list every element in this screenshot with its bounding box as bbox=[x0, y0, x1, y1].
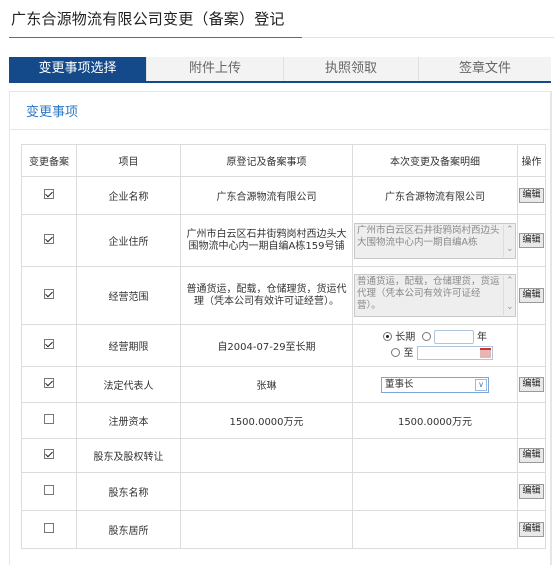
item-name: 企业住所 bbox=[76, 214, 181, 267]
years-input[interactable] bbox=[433, 329, 474, 344]
select-value: 董事长 bbox=[385, 378, 414, 390]
section-title: 变更事项 bbox=[26, 105, 79, 120]
edit-button[interactable]: 编辑 bbox=[519, 484, 544, 499]
step-tabs: 变更事项选择 附件上传 执照领取 签章文件 bbox=[9, 57, 551, 83]
action-cell-empty bbox=[517, 402, 546, 439]
item-name: 股东居所 bbox=[76, 510, 181, 549]
until-date-radio[interactable] bbox=[391, 347, 401, 357]
edit-button[interactable]: 编辑 bbox=[519, 233, 544, 248]
col-header-change-detail: 本次变更及备案明细 bbox=[352, 144, 518, 177]
edit-button[interactable]: 编辑 bbox=[519, 188, 544, 203]
change-value: 广东合源物流有限公司 bbox=[352, 176, 518, 215]
page-title: 广东合源物流有限公司变更（备案）登记 bbox=[11, 10, 285, 28]
edit-button[interactable]: 编辑 bbox=[519, 522, 544, 537]
panel-right-border bbox=[551, 91, 552, 565]
original-value: 普通货运，配载，仓储理货，货运代理（凭本公司有效许可证经营）。 bbox=[180, 266, 353, 325]
tab-signature-documents[interactable]: 签章文件 bbox=[419, 57, 551, 81]
item-name: 股东名称 bbox=[76, 472, 181, 511]
row-checkbox[interactable] bbox=[44, 289, 54, 299]
edit-button[interactable]: 编辑 bbox=[519, 288, 544, 303]
original-value: 1500.0000万元 bbox=[180, 402, 353, 439]
change-items-panel: 变更事项 变更备案 项目 原登记及备案事项 本次变更及备案明细 操作 企业名称 … bbox=[9, 91, 551, 565]
operating-period-controls: 长期 年 至 bbox=[352, 324, 518, 367]
col-header-item: 项目 bbox=[76, 144, 181, 177]
item-name: 法定代表人 bbox=[76, 366, 181, 403]
col-header-original: 原登记及备案事项 bbox=[180, 144, 353, 177]
col-header-filing: 变更备案 bbox=[21, 144, 77, 177]
chevron-down-icon[interactable]: ∨ bbox=[475, 378, 487, 391]
row-checkbox[interactable] bbox=[44, 234, 54, 244]
section-divider bbox=[10, 129, 550, 130]
representative-position-select[interactable]: 董事长 ∨ bbox=[381, 376, 489, 393]
table-row: 经营范围 普通货运，配载，仓储理货，货运代理（凭本公司有效许可证经营）。 普通货… bbox=[21, 266, 546, 325]
row-checkbox[interactable] bbox=[44, 189, 54, 199]
change-value bbox=[352, 510, 518, 549]
item-name: 股东及股权转让 bbox=[76, 438, 181, 473]
change-items-table: 变更备案 项目 原登记及备案事项 本次变更及备案明细 操作 企业名称 广东合源物… bbox=[21, 144, 546, 549]
action-cell-empty bbox=[517, 324, 546, 367]
tab-change-items[interactable]: 变更事项选择 bbox=[9, 57, 146, 81]
business-scope-textarea-text: 普通货运，配载，仓储理货，货运代理（凭本公司有效许可证经营）。 bbox=[357, 276, 500, 311]
row-checkbox[interactable] bbox=[44, 485, 54, 495]
table-header-row: 变更备案 项目 原登记及备案事项 本次变更及备案明细 操作 bbox=[21, 144, 546, 177]
change-value bbox=[352, 438, 518, 473]
title-underline bbox=[9, 37, 302, 38]
original-value bbox=[180, 438, 353, 473]
table-row: 企业名称 广东合源物流有限公司 广东合源物流有限公司 编辑 bbox=[21, 176, 546, 215]
end-date-input[interactable] bbox=[416, 345, 493, 360]
business-scope-textarea[interactable]: 普通货运，配载，仓储理货，货运代理（凭本公司有效许可证经营）。 bbox=[354, 274, 516, 317]
textarea-scrollbar[interactable] bbox=[503, 224, 514, 257]
tab-license-collection[interactable]: 执照领取 bbox=[284, 57, 418, 81]
edit-button[interactable]: 编辑 bbox=[519, 448, 544, 463]
table-row: 经营期限 自2004-07-29至长期 长期 年 至 bbox=[21, 324, 546, 367]
table-row: 股东名称 编辑 bbox=[21, 472, 546, 511]
row-checkbox[interactable] bbox=[44, 414, 54, 424]
address-textarea-text: 广州市白云区石井街鸦岗村西边头大围物流中心内一期自编A栋 bbox=[357, 224, 500, 248]
table-row: 股东及股权转让 编辑 bbox=[21, 438, 546, 473]
item-name: 经营范围 bbox=[76, 266, 181, 325]
item-name: 企业名称 bbox=[76, 176, 181, 215]
row-checkbox[interactable] bbox=[44, 449, 54, 459]
original-value: 广东合源物流有限公司 bbox=[180, 176, 353, 215]
original-value bbox=[180, 510, 353, 549]
textarea-scrollbar[interactable] bbox=[503, 275, 514, 315]
address-textarea[interactable]: 广州市白云区石井街鸦岗村西边头大围物流中心内一期自编A栋 bbox=[354, 222, 516, 259]
table-row: 法定代表人 张琳 董事长 ∨ 编辑 bbox=[21, 366, 546, 403]
change-value bbox=[352, 472, 518, 511]
original-value: 张琳 bbox=[180, 366, 353, 403]
calendar-icon[interactable] bbox=[479, 347, 491, 358]
original-value: 广州市白云区石井街鸦岗村西边头大围物流中心内一期自编A栋159号铺 bbox=[180, 214, 353, 267]
tab-attachment-upload[interactable]: 附件上传 bbox=[147, 57, 283, 81]
row-checkbox[interactable] bbox=[44, 378, 54, 388]
table-row: 股东居所 编辑 bbox=[21, 510, 546, 549]
item-name: 注册资本 bbox=[76, 402, 181, 439]
row-checkbox[interactable] bbox=[44, 523, 54, 533]
long-term-label: 长期 bbox=[395, 331, 416, 343]
row-checkbox[interactable] bbox=[44, 339, 54, 349]
edit-button[interactable]: 编辑 bbox=[519, 377, 544, 392]
year-unit-label: 年 bbox=[476, 331, 487, 343]
until-label: 至 bbox=[403, 347, 414, 359]
table-row: 企业住所 广州市白云区石井街鸦岗村西边头大围物流中心内一期自编A栋159号铺 广… bbox=[21, 214, 546, 267]
table-row: 注册资本 1500.0000万元 1500.0000万元 bbox=[21, 402, 546, 439]
title-rule bbox=[302, 37, 554, 38]
years-radio[interactable] bbox=[421, 331, 431, 341]
change-value: 1500.0000万元 bbox=[352, 402, 518, 439]
item-name: 经营期限 bbox=[76, 324, 181, 367]
original-value: 自2004-07-29至长期 bbox=[180, 324, 353, 367]
original-value bbox=[180, 472, 353, 511]
long-term-radio[interactable] bbox=[383, 331, 393, 341]
col-header-action: 操作 bbox=[517, 144, 546, 177]
